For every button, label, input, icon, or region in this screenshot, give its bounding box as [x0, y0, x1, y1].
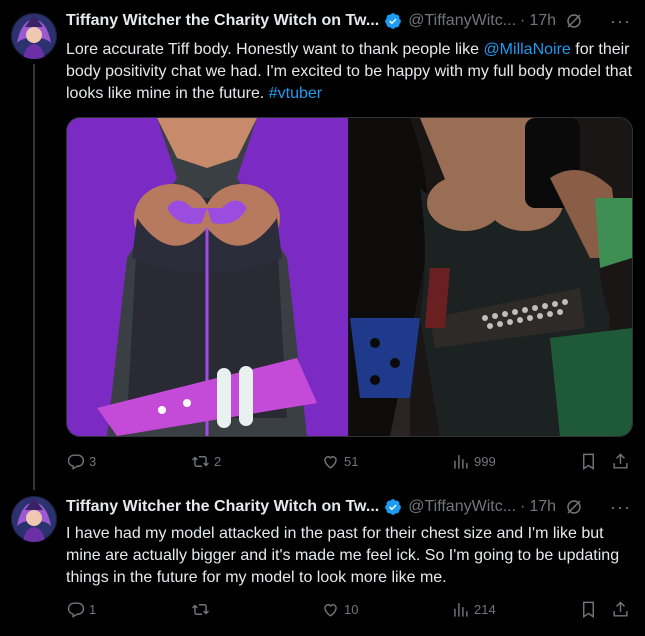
- repost-button[interactable]: [191, 598, 214, 620]
- reply-count: 3: [89, 453, 97, 469]
- like-icon: [324, 455, 337, 469]
- like-count: 10: [344, 601, 359, 617]
- bookmark-icon: [583, 601, 594, 618]
- views-button[interactable]: 999: [451, 450, 496, 472]
- share-icon: [613, 600, 628, 617]
- handle[interactable]: @TiffanyWitc...: [408, 12, 516, 30]
- share-button[interactable]: [611, 450, 630, 472]
- like-icon: [324, 603, 337, 617]
- tweet-2[interactable]: Tiffany Witcher the Charity Witch on Tw.…: [0, 485, 645, 636]
- reply-icon: [67, 601, 85, 618]
- views-count: 214: [474, 601, 496, 617]
- bookmark-button[interactable]: [579, 450, 598, 472]
- tweet-header: Tiffany Witcher the Charity Witch on Tw.…: [66, 10, 583, 32]
- like-button[interactable]: 10: [321, 598, 358, 620]
- tweet-text: I have had my model attacked in the past…: [66, 525, 620, 586]
- reply-icon: [67, 453, 85, 470]
- tweet-text: Lore accurate Tiff body. Honestly want t…: [66, 39, 636, 105]
- repost-icon: [192, 455, 209, 467]
- verified-badge-icon[interactable]: [384, 12, 402, 30]
- repost-count: 2: [214, 453, 222, 469]
- hashtag-link[interactable]: #vtuber: [269, 85, 322, 102]
- verified-badge-icon[interactable]: [384, 498, 402, 516]
- timestamp[interactable]: 17h: [529, 12, 556, 30]
- reply-count: 1: [89, 601, 97, 617]
- views-icon: [454, 454, 468, 469]
- separator-dot: ·: [520, 12, 526, 29]
- like-count: 51: [344, 453, 359, 469]
- tweet-1[interactable]: Tiffany Witcher the Charity Witch on Tw.…: [0, 0, 645, 490]
- tweet-text-part: Lore accurate Tiff body. Honestly want t…: [66, 41, 484, 58]
- separator-dot: ·: [520, 498, 526, 515]
- grok-icon[interactable]: [565, 498, 583, 516]
- tweet-actions: 3 2 51 999: [66, 450, 631, 472]
- thread-line: [33, 64, 35, 490]
- repost-button[interactable]: 2: [191, 450, 221, 472]
- media-grid[interactable]: [66, 117, 633, 437]
- tweet-actions: 1 10 214: [66, 598, 631, 620]
- display-name[interactable]: Tiffany Witcher the Charity Witch on Tw.…: [66, 12, 379, 30]
- share-button[interactable]: [611, 598, 630, 620]
- bookmark-button[interactable]: [579, 598, 598, 620]
- timestamp[interactable]: 17h: [529, 498, 556, 516]
- views-icon: [454, 602, 468, 617]
- share-icon: [613, 452, 628, 469]
- handle[interactable]: @TiffanyWitc...: [408, 498, 516, 516]
- media-image-selfie[interactable]: [350, 118, 632, 436]
- bookmark-icon: [583, 453, 594, 470]
- mention-link[interactable]: @MillaNoire: [483, 41, 570, 58]
- reply-button[interactable]: 3: [66, 450, 96, 472]
- views-button[interactable]: 214: [451, 598, 496, 620]
- more-icon[interactable]: ···: [610, 497, 631, 518]
- repost-icon: [192, 603, 209, 615]
- views-count: 999: [474, 453, 496, 469]
- display-name[interactable]: Tiffany Witcher the Charity Witch on Tw.…: [66, 498, 379, 516]
- media-image-avatar-model[interactable]: [67, 118, 348, 436]
- avatar[interactable]: [11, 13, 57, 59]
- like-button[interactable]: 51: [321, 450, 358, 472]
- grok-icon[interactable]: [565, 12, 583, 30]
- more-icon[interactable]: ···: [610, 11, 631, 32]
- avatar[interactable]: [11, 496, 57, 542]
- tweet-header: Tiffany Witcher the Charity Witch on Tw.…: [66, 496, 583, 518]
- reply-button[interactable]: 1: [66, 598, 96, 620]
